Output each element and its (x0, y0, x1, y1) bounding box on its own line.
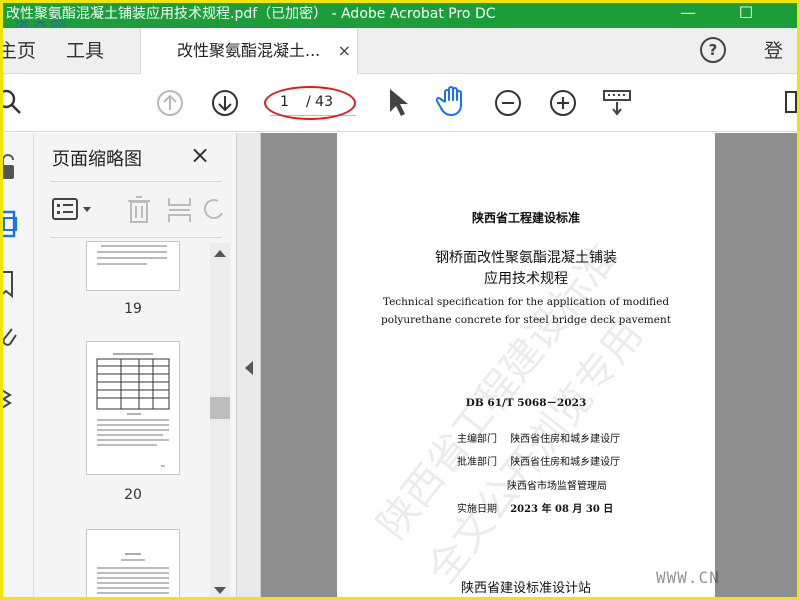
more-tools-icon[interactable] (782, 88, 800, 116)
marquee-zoom-icon[interactable] (601, 88, 633, 118)
panel-title: 页面缩略图 (52, 149, 142, 170)
hand-tool-icon[interactable] (436, 84, 468, 118)
panel-toolbar-divider (50, 237, 222, 238)
chief-value: 陕西省住房和城乡建设厅 (510, 434, 621, 445)
doc-english-title-line1: Technical specification for the applicat… (382, 296, 670, 308)
doc-title-line1: 钢桥面改性聚氨酯混凝土铺装 (435, 250, 617, 266)
collapse-panel-button[interactable] (237, 133, 261, 600)
thumbnail-page-number: 19 (124, 301, 142, 317)
next-page-icon[interactable] (211, 89, 239, 117)
delete-page-icon[interactable] (126, 195, 152, 225)
doc-approve-dept-2: 陕西省市场监督管理局 (507, 481, 607, 492)
tab-document-label: 改性聚氨酯混凝土... (177, 41, 321, 60)
thumbnail-scrollbar[interactable] (210, 243, 230, 600)
collapse-arrow-icon (245, 361, 253, 375)
bookmark-icon[interactable] (0, 269, 18, 299)
attachment-icon[interactable] (0, 325, 20, 353)
help-icon[interactable]: ? (700, 37, 726, 63)
tab-document[interactable]: 改性聚氨酯混凝土... × (140, 28, 358, 75)
tab-row: 主页 工具 改性聚氨酯混凝土... × ? 登录 (0, 28, 800, 108)
thumbnail-table-preview (96, 353, 170, 467)
doc-chief-dept: 主编部门 陕西省住房和城乡建设厅 (457, 430, 620, 445)
rotate-page-icon[interactable] (204, 195, 226, 225)
thumbnail-page[interactable] (86, 241, 180, 291)
window-titlebar: 改性聚氨酯混凝土铺装应用技术规程.pdf（已加密） - Adobe Acroba… (0, 0, 800, 37)
lock-icon[interactable] (0, 153, 20, 183)
pdf-page: 陕西省工程建设标准 钢桥面改性聚氨酯混凝土铺装 应用技术规程 Technical… (337, 133, 715, 600)
approve-label: 批准部门 (457, 457, 497, 468)
thumbnail-options-icon[interactable] (52, 197, 96, 223)
thumbnail-panel: 页面缩略图 × 19 20 (34, 133, 237, 600)
thumbnail-text-lines (97, 553, 169, 594)
select-cursor-icon[interactable] (386, 86, 410, 118)
panel-divider (50, 181, 222, 182)
window-title: 改性聚氨酯混凝土铺装应用技术规程.pdf（已加密） - Adobe Acroba… (6, 6, 496, 22)
maximize-button[interactable]: ☐ (726, 0, 766, 28)
tab-tools[interactable]: 工具 (66, 28, 104, 74)
url-watermark: WWW.CN (656, 568, 720, 587)
scroll-up-icon[interactable] (214, 249, 226, 259)
doc-org: 陕西省工程建设标准 (471, 211, 580, 225)
doc-title-line2: 应用技术规程 (484, 271, 568, 287)
page-thumbnails-icon[interactable] (0, 209, 22, 241)
document-view[interactable]: 陕西省工程建设标准 钢桥面改性聚氨酯混凝土铺装 应用技术规程 Technical… (261, 133, 800, 600)
tab-close-icon[interactable]: × (338, 28, 351, 74)
extract-page-icon[interactable] (166, 195, 194, 225)
thumbnail-text-lines (97, 245, 167, 265)
date-label: 实施日期 (457, 504, 497, 515)
minimize-button[interactable]: — (668, 0, 708, 28)
doc-approve-dept: 批准部门 陕西省住房和城乡建设厅 (457, 453, 620, 468)
left-nav-strip (0, 133, 34, 600)
zoom-in-icon[interactable] (549, 89, 577, 117)
date-value: 2023 年 08 月 30 日 (510, 504, 614, 515)
red-annotation-ellipse (264, 86, 356, 120)
search-icon[interactable] (0, 88, 26, 116)
doc-standard-code: DB 61/T 5068－2023 (465, 397, 587, 409)
approve-value1: 陕西省住房和城乡建设厅 (510, 457, 621, 468)
scrollbar-thumb[interactable] (210, 397, 230, 419)
doc-effective-date: 实施日期 2023 年 08 月 30 日 (457, 500, 613, 515)
panel-close-icon[interactable]: × (190, 141, 210, 169)
layers-icon[interactable] (0, 383, 20, 413)
tab-home[interactable]: 主页 (0, 28, 36, 74)
scroll-down-icon[interactable] (214, 586, 226, 596)
previous-page-icon[interactable] (156, 89, 184, 117)
doc-english-title-line2: polyurethane concrete for steel bridge d… (381, 314, 671, 326)
thumbnail-page-selected[interactable] (86, 341, 180, 475)
thumbnail-page-number: 20 (124, 487, 142, 503)
chief-label: 主编部门 (457, 434, 497, 445)
thumbnail-page[interactable] (86, 529, 180, 600)
zoom-out-icon[interactable] (494, 89, 522, 117)
